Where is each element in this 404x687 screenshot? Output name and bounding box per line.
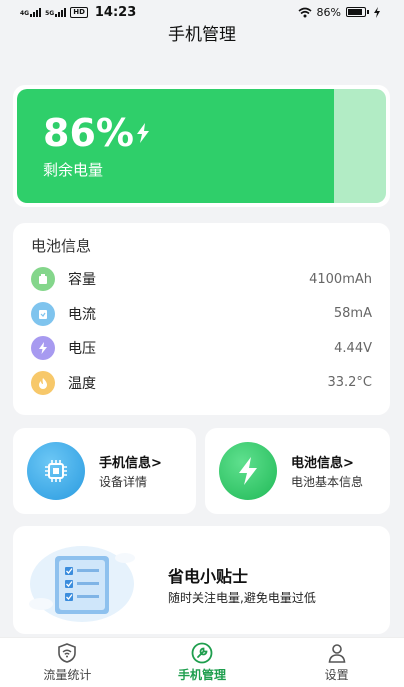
battery-info-shortcut-title: 电池信息> [291,456,354,471]
chip-icon [27,442,85,500]
battery-remaining-label: 剩余电量 [43,161,104,179]
info-row-current: 电流 58mA [31,297,372,332]
tips-title: 省电小贴士 [168,567,249,586]
battery-info-title: 电池信息 [31,237,92,255]
tab-phone-manage[interactable]: 手机管理 [135,638,270,687]
voltage-icon [31,336,55,361]
hd-badge: HD [70,6,88,18]
tab-phone-manage-label: 手机管理 [178,668,227,682]
person-icon [326,642,348,664]
bottom-tab-bar: 流量统计 手机管理 设置 [0,637,404,687]
phone-info-button[interactable]: 手机信息> 设备详情 [13,428,196,514]
voltage-value: 4.44V [334,340,372,356]
battery-percent-group: 86% [43,111,150,155]
current-label: 电流 [68,306,96,323]
current-icon [31,301,55,326]
signal-5g-icon: 5G [45,7,67,17]
temperature-value: 33.2°C [327,375,372,391]
tab-traffic-stats[interactable]: 流量统计 [0,638,135,687]
battery-info-text: 电池信息> 电池基本信息 [291,452,363,490]
bolt-icon [219,442,277,500]
info-row-voltage: 电压 4.44V [31,331,372,366]
status-right: 86% [298,6,380,19]
battery-percent: 86% [43,111,134,155]
battery-level-card: 86% 剩余电量 [13,85,390,207]
wrench-icon [191,642,213,664]
wifi-icon [298,7,312,17]
info-row-capacity: 容量 4100mAh [31,262,372,297]
checklist-illustration-icon [29,546,135,622]
info-row-temperature: 温度 33.2°C [31,366,372,401]
capacity-label: 容量 [68,272,96,289]
tips-subtitle: 随时关注电量,避免电量过低 [168,591,316,605]
charging-bolt-icon [374,6,380,18]
status-battery-text: 86% [316,5,341,19]
page-title: 手机管理 [168,25,236,45]
capacity-icon [31,267,55,292]
current-value: 58mA [333,306,372,322]
status-left: 4G 5G HD 14:23 [20,5,136,20]
net-label-4g: 4G [20,10,30,17]
capacity-value: 4100mAh [309,271,372,287]
tab-settings[interactable]: 设置 [269,638,404,687]
tab-settings-label: 设置 [324,668,349,682]
wifi-shield-icon [56,642,78,664]
battery-info-shortcut-subtitle: 电池基本信息 [291,475,364,489]
battery-info-button[interactable]: 电池信息> 电池基本信息 [205,428,390,514]
net-label-5g: 5G [45,10,55,17]
tab-traffic-stats-label: 流量统计 [43,668,92,682]
signal-4g-icon: 4G [20,7,42,17]
phone-info-title: 手机信息> [99,456,162,471]
bolt-icon [136,123,149,143]
phone-info-subtitle: 设备详情 [99,475,148,489]
temperature-label: 温度 [68,375,96,392]
phone-info-text: 手机信息> 设备详情 [99,452,162,490]
battery-icon [346,7,369,17]
power-saving-tips-card[interactable]: 省电小贴士 随时关注电量,避免电量过低 [13,526,390,634]
status-time: 14:23 [94,4,137,20]
voltage-label: 电压 [68,341,96,358]
temperature-icon [31,370,55,395]
battery-level-bar: 86% 剩余电量 [17,89,386,203]
battery-info-card: 电池信息 容量 4100mAh 电流 58mA 电压 4.44V 温度 33.2… [13,223,390,415]
